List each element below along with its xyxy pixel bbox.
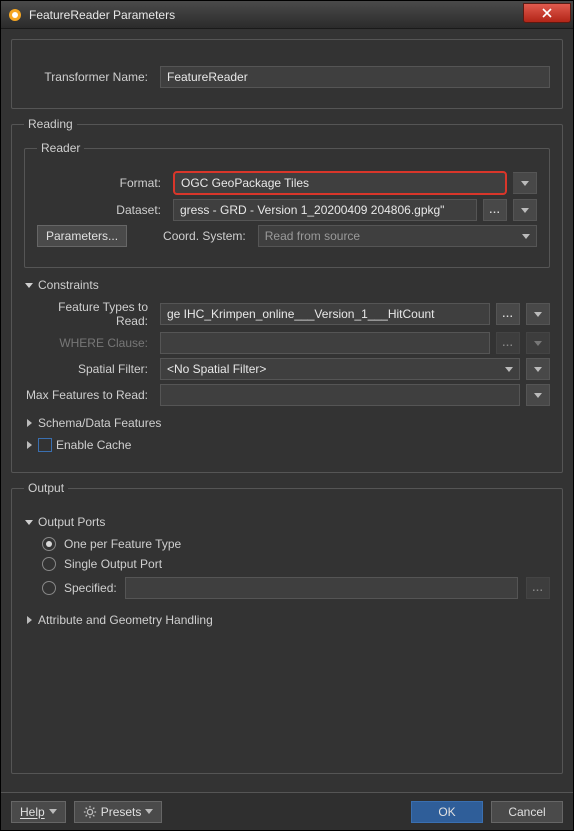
spatial-filter-select[interactable]: <No Spatial Filter> <box>160 358 520 380</box>
radio-one-per[interactable] <box>42 537 56 551</box>
enable-cache-checkbox[interactable] <box>38 438 52 452</box>
specified-input <box>125 577 518 599</box>
transformer-name-label: Transformer Name: <box>24 70 154 84</box>
where-browse-button: ... <box>496 332 520 354</box>
chevron-down-icon <box>522 234 530 239</box>
where-input <box>160 332 490 354</box>
presets-button[interactable]: Presets <box>74 801 163 823</box>
transformer-group: Transformer Name: <box>11 39 563 109</box>
expand-icon <box>24 520 34 525</box>
reader-group: Reader Format: OGC GeoPackage Tiles Data… <box>24 141 550 268</box>
spatial-filter-label: Spatial Filter: <box>24 362 154 376</box>
reader-legend: Reader <box>37 141 84 155</box>
collapse-icon <box>24 419 34 427</box>
radio-specified[interactable] <box>42 581 56 595</box>
chevron-down-icon <box>521 208 529 213</box>
output-ports-label: Output Ports <box>38 515 105 529</box>
schema-header[interactable]: Schema/Data Features <box>24 416 550 430</box>
feature-types-label: Feature Types to Read: <box>24 300 154 328</box>
chevron-down-icon <box>534 312 542 317</box>
parameters-button[interactable]: Parameters... <box>37 225 127 247</box>
spatial-filter-dropdown-button[interactable] <box>526 358 550 380</box>
chevron-down-icon <box>534 367 542 372</box>
dataset-label: Dataset: <box>37 203 167 217</box>
dataset-input[interactable] <box>173 199 477 221</box>
gear-icon <box>83 805 97 819</box>
radio-single-label: Single Output Port <box>64 557 162 571</box>
output-group: Output Output Ports One per Feature Type… <box>11 481 563 774</box>
feature-types-dropdown-button[interactable] <box>526 303 550 325</box>
format-value: OGC GeoPackage Tiles <box>181 176 499 190</box>
where-label: WHERE Clause: <box>24 336 154 350</box>
enable-cache-label: Enable Cache <box>56 438 131 452</box>
radio-one-per-label: One per Feature Type <box>64 537 181 551</box>
chevron-down-icon <box>534 393 542 398</box>
coord-value: Read from source <box>265 229 522 243</box>
specified-browse-button: ... <box>526 577 550 599</box>
radio-single[interactable] <box>42 557 56 571</box>
schema-label: Schema/Data Features <box>38 416 161 430</box>
ok-button[interactable]: OK <box>411 801 483 823</box>
max-features-input[interactable] <box>160 384 520 406</box>
chevron-down-icon <box>534 341 542 346</box>
close-button[interactable] <box>523 3 571 23</box>
reading-group: Reading Reader Format: OGC GeoPackage Ti… <box>11 117 563 473</box>
format-dropdown-button[interactable] <box>513 172 537 194</box>
presets-label: Presets <box>101 805 142 819</box>
constraints-label: Constraints <box>38 278 99 292</box>
collapse-icon <box>24 441 34 449</box>
dialog-body: Transformer Name: Reading Reader Format:… <box>1 29 573 792</box>
cancel-button[interactable]: Cancel <box>491 801 563 823</box>
where-dropdown-button <box>526 332 550 354</box>
coord-select[interactable]: Read from source <box>258 225 537 247</box>
chevron-down-icon <box>505 367 513 372</box>
attr-geom-label: Attribute and Geometry Handling <box>38 613 213 627</box>
window-title: FeatureReader Parameters <box>29 8 523 22</box>
constraints-header[interactable]: Constraints <box>24 278 550 292</box>
collapse-icon <box>24 616 34 624</box>
format-label: Format: <box>37 176 167 190</box>
help-label: Help <box>20 805 45 819</box>
radio-specified-label: Specified: <box>64 581 117 595</box>
chevron-down-icon <box>521 181 529 186</box>
coord-label: Coord. System: <box>163 229 252 243</box>
max-features-label: Max Features to Read: <box>24 388 154 402</box>
close-icon <box>542 8 552 18</box>
max-features-dropdown-button[interactable] <box>526 384 550 406</box>
output-ports-header[interactable]: Output Ports <box>24 515 550 529</box>
format-select[interactable]: OGC GeoPackage Tiles <box>173 171 507 195</box>
spatial-filter-value: <No Spatial Filter> <box>167 362 505 376</box>
chevron-down-icon <box>145 809 153 814</box>
dialog-window: FeatureReader Parameters Transformer Nam… <box>0 0 574 831</box>
feature-types-input[interactable] <box>160 303 490 325</box>
transformer-name-input[interactable] <box>160 66 550 88</box>
expand-icon <box>24 283 34 288</box>
dataset-dropdown-button[interactable] <box>513 199 537 221</box>
chevron-down-icon <box>49 809 57 814</box>
output-legend: Output <box>24 481 68 495</box>
dialog-footer: Help Presets OK Cancel <box>1 792 573 830</box>
attr-geom-header[interactable]: Attribute and Geometry Handling <box>24 613 550 627</box>
enable-cache-row: Enable Cache <box>24 438 550 452</box>
reading-legend: Reading <box>24 117 77 131</box>
help-button[interactable]: Help <box>11 801 66 823</box>
title-bar: FeatureReader Parameters <box>1 1 573 29</box>
feature-types-browse-button[interactable]: ... <box>496 303 520 325</box>
dataset-browse-button[interactable]: ... <box>483 199 507 221</box>
app-icon <box>7 7 23 23</box>
